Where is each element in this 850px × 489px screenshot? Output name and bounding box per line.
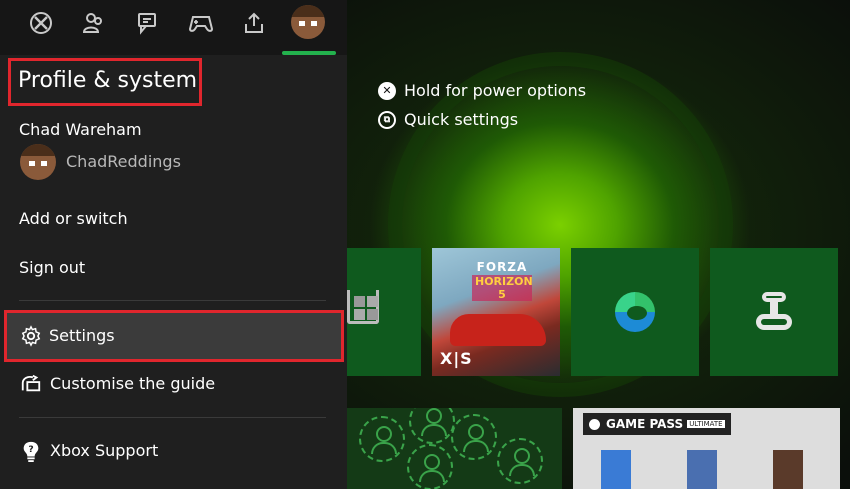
platform-badge: X|S (440, 349, 473, 368)
friend-avatar-icon (451, 414, 497, 460)
game-cover (601, 450, 631, 489)
chat-icon[interactable] (132, 8, 162, 38)
share-upload-icon[interactable] (239, 8, 269, 38)
game-cover (773, 450, 803, 489)
accessories-icon (756, 292, 792, 332)
forza-title-line2: HORIZON 5 (472, 275, 533, 301)
profile-avatar-icon[interactable] (291, 5, 325, 39)
friends-tile[interactable] (347, 408, 562, 489)
sign-out-button[interactable]: Sign out (19, 258, 85, 277)
active-tab-indicator (282, 51, 336, 55)
guide-tab-bar (0, 0, 347, 55)
quick-settings-option[interactable]: ⧉ Quick settings (378, 105, 586, 134)
quick-settings-label: Quick settings (404, 110, 519, 129)
xbox-logo-icon (589, 418, 600, 430)
xbox-support-button[interactable]: Xbox Support (50, 441, 158, 460)
settings-label: Settings (49, 326, 115, 345)
friend-avatar-icon (409, 408, 455, 444)
store-icon (347, 290, 379, 324)
page-title: Profile & system (18, 68, 198, 93)
customise-guide-icon (19, 371, 43, 395)
forza-horizon-5-tile[interactable]: FORZA HORIZON 5 X|S (432, 248, 560, 376)
add-or-switch-button[interactable]: Add or switch (19, 209, 128, 228)
hold-for-power-option[interactable]: ✕ Hold for power options (378, 76, 586, 105)
power-options: ✕ Hold for power options ⧉ Quick setting… (378, 76, 586, 134)
friend-avatar-icon (359, 416, 405, 462)
gamertag: ChadReddings (66, 152, 181, 171)
controller-icon[interactable] (186, 8, 216, 38)
support-lightbulb-icon: ? (19, 439, 43, 463)
customise-guide-button[interactable]: Customise the guide (50, 374, 215, 393)
game-pass-label: GAME PASS (606, 417, 684, 431)
forza-title-line1: FORZA (476, 260, 528, 274)
edge-browser-icon (615, 292, 655, 332)
people-icon[interactable] (79, 8, 109, 38)
xbox-logo-icon[interactable] (26, 8, 56, 38)
divider (19, 300, 326, 301)
accessories-tile[interactable] (710, 248, 838, 376)
friend-avatar-icon (497, 438, 543, 484)
game-pass-badge: GAME PASS ULTIMATE (583, 413, 731, 435)
xbox-button-icon: ✕ (378, 81, 396, 100)
car-image (450, 314, 546, 346)
game-cover (687, 450, 717, 489)
hold-for-power-label: Hold for power options (404, 81, 587, 100)
svg-text:?: ? (28, 444, 33, 455)
game-pass-tile[interactable]: GAME PASS ULTIMATE (573, 408, 840, 489)
game-pass-tier: ULTIMATE (687, 420, 725, 428)
gear-icon (19, 324, 43, 348)
avatar[interactable] (20, 144, 56, 180)
forza-logo: FORZA HORIZON 5 (472, 260, 533, 301)
settings-button[interactable]: Settings (4, 310, 344, 362)
store-tile[interactable] (347, 248, 421, 376)
add-friend-icon (407, 444, 453, 489)
guide-panel: Profile & system Chad Wareham ChadReddin… (0, 0, 347, 489)
edge-tile[interactable] (571, 248, 699, 376)
divider (19, 417, 326, 418)
user-name: Chad Wareham (19, 120, 142, 139)
view-button-icon: ⧉ (378, 110, 396, 129)
